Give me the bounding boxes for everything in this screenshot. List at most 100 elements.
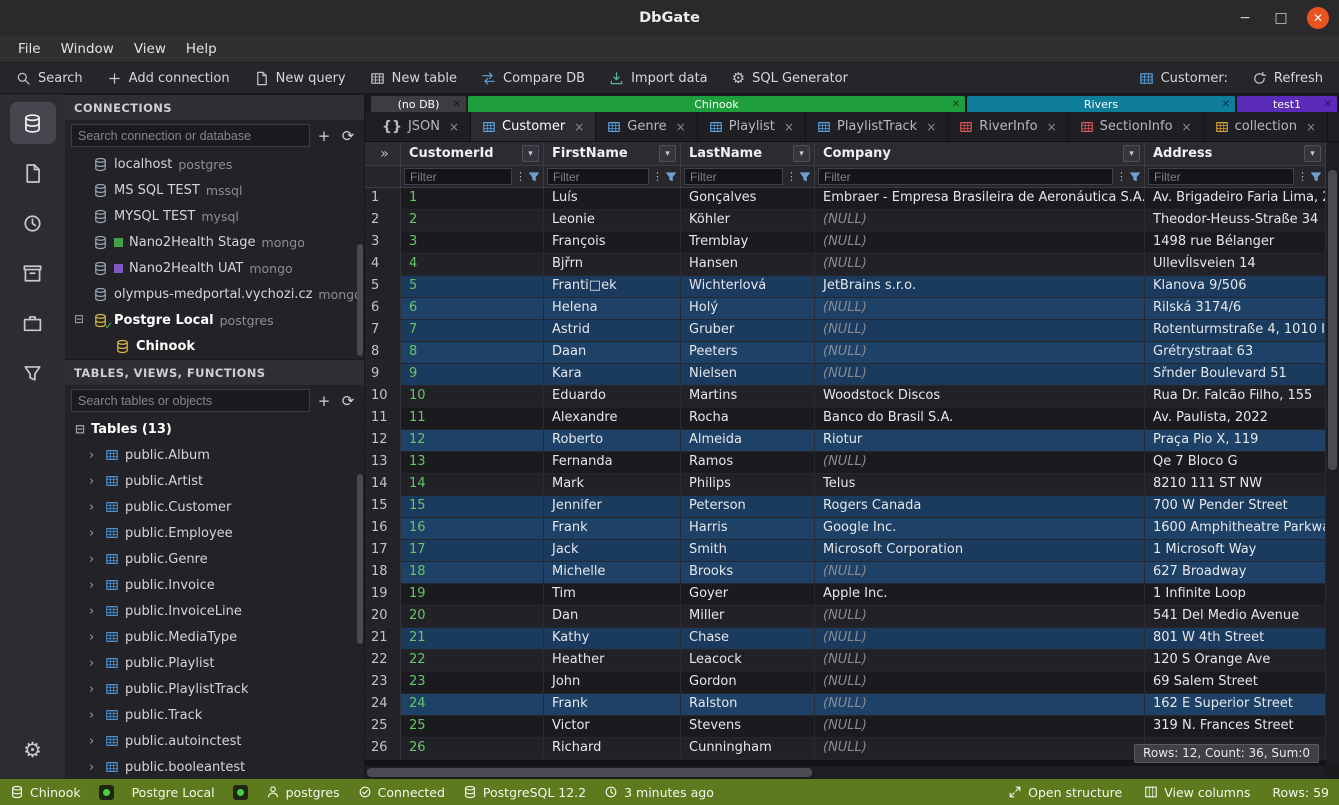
chevron-right-icon[interactable]: › [89,708,99,723]
chevron-down-icon[interactable]: ▾ [522,145,539,162]
grid-cell[interactable]: Almeida [681,430,815,451]
activitybar-files[interactable] [10,152,56,194]
grid-cell[interactable]: Rua Dr. Falcão Filho, 155 [1145,386,1326,407]
grid-cell[interactable]: 24 [401,694,544,715]
tables-search-input[interactable] [71,389,310,412]
row-number[interactable]: 16 [365,518,401,539]
funnel-icon[interactable] [528,171,540,183]
chevron-right-icon[interactable]: › [89,500,99,515]
table-row[interactable]: 1515JenniferPetersonRogers Canada700 W P… [365,496,1326,518]
funnel-icon[interactable] [665,171,677,183]
table-item-public-invoice[interactable]: ›public.Invoice [65,572,364,598]
statusbar-item-postgre-local[interactable]: Postgre Local [132,785,215,800]
grid-cell[interactable]: 8 [401,342,544,363]
table-row[interactable]: 1010EduardoMartinsWoodstock DiscosRua Dr… [365,386,1326,408]
activitybar-filters[interactable] [10,352,56,394]
add-connection-icon[interactable]: + [314,125,334,147]
tab-sectioninfo[interactable]: SectionInfo× [1069,112,1204,141]
filter-input-company[interactable] [818,168,1113,185]
grid-cell[interactable]: 627 Broadway [1145,562,1326,583]
close-icon[interactable]: ✕ [1324,99,1332,110]
column-header-company[interactable]: Company▾ [815,142,1145,165]
grid-cell[interactable]: Gruber [681,320,815,341]
table-row[interactable]: 1616FrankHarrisGoogle Inc.1600 Amphithea… [365,518,1326,540]
grid-cell[interactable]: (NULL) [815,562,1145,583]
table-row[interactable]: 1313FernandaRamos(NULL)Qe 7 Bloco G [365,452,1326,474]
vertical-scrollbar-thumb[interactable] [1328,170,1337,470]
grid-cell[interactable]: Heather [544,650,681,671]
row-number[interactable]: 26 [365,738,401,759]
grid-cell[interactable]: Cunningham [681,738,815,759]
grid-cell[interactable]: 13 [401,452,544,473]
statusbar-item-chip[interactable] [233,785,248,800]
grid-cell[interactable]: John [544,672,681,693]
tab-group-rivers[interactable]: Rivers✕ [967,96,1235,112]
grid-cell[interactable]: Qe 7 Bloco G [1145,452,1326,473]
statusbar-item-chinook[interactable]: Chinook [10,785,81,800]
grid-cell[interactable]: Nielsen [681,364,815,385]
toolbar-compare-db[interactable]: Compare DB [469,63,597,93]
refresh-tables-icon[interactable]: ⟳ [338,390,358,412]
grid-cell[interactable]: Peterson [681,496,815,517]
grid-cell[interactable]: 15 [401,496,544,517]
connection-item-localhost[interactable]: localhostpostgres [65,151,364,177]
grid-cell[interactable]: JetBrains s.r.o. [815,276,1145,297]
grid-cell[interactable]: 19 [401,584,544,605]
table-row[interactable]: 2525VictorStevens(NULL)319 N. Frances St… [365,716,1326,738]
chevron-down-icon[interactable]: ▾ [793,145,810,162]
close-icon[interactable]: ✕ [453,99,461,110]
row-number[interactable]: 13 [365,452,401,473]
grid-cell[interactable]: Ullevĺlsveien 14 [1145,254,1326,275]
table-item-public-invoiceline[interactable]: ›public.InvoiceLine [65,598,364,624]
table-row[interactable]: 55Franti□ekWichterlováJetBrains s.r.o.Kl… [365,276,1326,298]
grid-cell[interactable]: 120 S Orange Ave [1145,650,1326,671]
table-row[interactable]: 2121KathyChase(NULL)801 W 4th Street [365,628,1326,650]
column-header-firstname[interactable]: FirstName▾ [544,142,681,165]
grid-cell[interactable]: 18 [401,562,544,583]
grid-cell[interactable]: Rotenturmstraße 4, 1010 Innere Stadt [1145,320,1326,341]
chevron-down-icon[interactable]: ▾ [1123,145,1140,162]
connection-item-olympus-medportal-vychozi-cz[interactable]: olympus-medportal.vychozi.czmongo [65,281,364,307]
close-icon[interactable]: × [574,120,584,134]
chevron-right-icon[interactable]: › [89,526,99,541]
grid-cell[interactable]: 69 Salem Street [1145,672,1326,693]
grid-cell[interactable]: 162 E Superior Street [1145,694,1326,715]
statusbar-item-view-columns[interactable]: View columns [1144,785,1250,800]
grid-cell[interactable]: 801 W 4th Street [1145,628,1326,649]
statusbar-item-postgresql-12-2[interactable]: PostgreSQL 12.2 [463,785,586,800]
horizontal-scrollbar[interactable] [365,766,1326,779]
connections-search-input[interactable] [71,124,310,147]
grid-cell[interactable]: Grétrystraat 63 [1145,342,1326,363]
tab-collection[interactable]: collection× [1204,112,1328,141]
grid-cell[interactable]: (NULL) [815,210,1145,231]
tab-json[interactable]: {}JSON× [371,112,471,141]
table-item-public-artist[interactable]: ›public.Artist [65,468,364,494]
horizontal-scrollbar-thumb[interactable] [367,768,812,777]
row-number[interactable]: 2 [365,210,401,231]
chevron-right-icon[interactable]: › [89,578,99,593]
grid-cell[interactable]: 7 [401,320,544,341]
grid-cell[interactable]: 6 [401,298,544,319]
grid-cell[interactable]: Av. Brigadeiro Faria Lima, 2170 [1145,188,1326,209]
chevron-right-icon[interactable]: › [89,734,99,749]
grid-cell[interactable]: Jack [544,540,681,561]
table-row[interactable]: 99KaraNielsen(NULL)Sřnder Boulevard 51 [365,364,1326,386]
grid-cell[interactable]: Peeters [681,342,815,363]
grid-cell[interactable]: (NULL) [815,452,1145,473]
grid-cell[interactable]: (NULL) [815,650,1145,671]
toolbar-new-query[interactable]: New query [242,63,358,93]
grid-cell[interactable]: (NULL) [815,716,1145,737]
close-icon[interactable]: × [784,120,794,134]
close-icon[interactable]: ✕ [1222,99,1230,110]
filter-menu-icon[interactable]: ⋮ [515,170,525,183]
grid-cell[interactable]: 9 [401,364,544,385]
chevron-right-icon[interactable]: › [89,760,99,775]
grid-cell[interactable]: Embraer - Empresa Brasileira de Aeronáut… [815,188,1145,209]
chevron-right-icon[interactable]: › [89,552,99,567]
grid-cell[interactable]: François [544,232,681,253]
grid-cell[interactable]: 1 Microsoft Way [1145,540,1326,561]
grid-cell[interactable]: Kara [544,364,681,385]
collapse-icon[interactable]: ⊟ [74,312,84,326]
row-number[interactable]: 19 [365,584,401,605]
grid-corner[interactable]: » [365,142,401,165]
